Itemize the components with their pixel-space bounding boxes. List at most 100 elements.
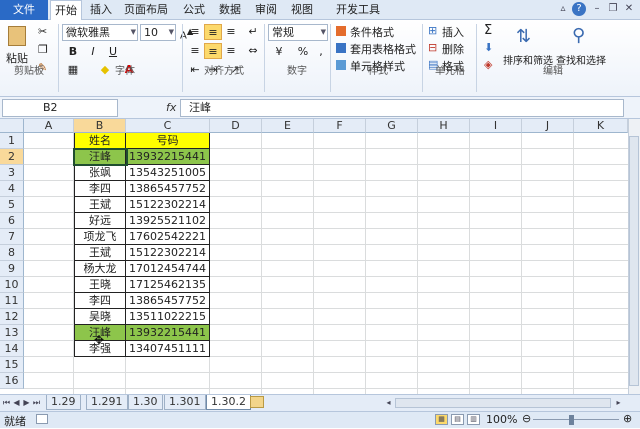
- page-layout-view-icon[interactable]: ▤: [451, 414, 464, 425]
- tab-page-layout[interactable]: 页面布局: [118, 0, 174, 20]
- first-sheet-icon[interactable]: ⏮: [2, 397, 11, 408]
- column-header-j[interactable]: J: [522, 119, 574, 133]
- macro-record-icon[interactable]: [36, 414, 48, 424]
- column-header-e[interactable]: E: [262, 119, 314, 133]
- tab-insert[interactable]: 插入: [86, 0, 116, 20]
- currency-icon[interactable]: ¥: [270, 44, 288, 60]
- zoom-in-icon[interactable]: ⊕: [623, 412, 632, 425]
- tab-formulas[interactable]: 公式: [178, 0, 210, 20]
- row-header-9[interactable]: 9: [0, 261, 24, 277]
- name-cell[interactable]: 李四: [74, 181, 126, 197]
- autosum-button[interactable]: Σ: [484, 23, 492, 38]
- tab-home[interactable]: 开始: [50, 0, 82, 21]
- column-header-f[interactable]: F: [314, 119, 366, 133]
- font-name-combo[interactable]: 微软雅黑 ▼: [62, 24, 138, 41]
- zoom-out-icon[interactable]: ⊖: [522, 412, 531, 425]
- fill-icon[interactable]: ⬇: [484, 41, 493, 54]
- tab-file[interactable]: 文件: [0, 0, 48, 20]
- name-cell[interactable]: 汪峰: [74, 149, 126, 165]
- sheet-tab[interactable]: 1.291: [86, 395, 128, 410]
- tab-view[interactable]: 视图: [286, 0, 318, 20]
- name-cell[interactable]: 李四: [74, 293, 126, 309]
- paste-icon[interactable]: [8, 26, 26, 46]
- align-left-icon[interactable]: ≡: [186, 43, 204, 59]
- comma-icon[interactable]: ,: [312, 44, 330, 60]
- column-header-c[interactable]: C: [126, 119, 210, 133]
- percent-icon[interactable]: %: [294, 44, 312, 60]
- name-cell[interactable]: 王斌: [74, 245, 126, 261]
- row-header-16[interactable]: 16: [0, 373, 24, 389]
- sheet-tab[interactable]: 1.29: [46, 395, 81, 410]
- row-header-6[interactable]: 6: [0, 213, 24, 229]
- number-cell[interactable]: 17602542221: [126, 229, 210, 245]
- prev-sheet-icon[interactable]: ◀: [12, 397, 21, 408]
- restore-icon[interactable]: ❐: [606, 2, 620, 16]
- sheet-tab[interactable]: 1.301: [164, 395, 206, 410]
- number-cell[interactable]: 13925521102: [126, 213, 210, 229]
- page-break-view-icon[interactable]: ▥: [467, 414, 480, 425]
- zoom-slider-knob[interactable]: [569, 415, 574, 425]
- row-header-5[interactable]: 5: [0, 197, 24, 213]
- cut-icon[interactable]: ✂: [38, 25, 47, 38]
- row-header-2[interactable]: 2: [0, 149, 24, 165]
- row-header-11[interactable]: 11: [0, 293, 24, 309]
- copy-icon[interactable]: ❐: [38, 43, 48, 56]
- table-format-button[interactable]: 套用表格格式: [350, 41, 416, 57]
- number-format-combo[interactable]: 常规 ▼: [268, 24, 328, 41]
- header-cell-name[interactable]: 姓名: [74, 133, 126, 149]
- last-sheet-icon[interactable]: ⏭: [32, 397, 41, 408]
- row-header-8[interactable]: 8: [0, 245, 24, 261]
- align-middle-icon[interactable]: ≡: [204, 24, 222, 40]
- help-icon[interactable]: ?: [572, 2, 586, 16]
- next-sheet-icon[interactable]: ▶: [22, 397, 31, 408]
- column-header-k[interactable]: K: [574, 119, 628, 133]
- number-cell[interactable]: 17125462135: [126, 277, 210, 293]
- number-cell[interactable]: 13932215441: [126, 325, 210, 341]
- name-cell[interactable]: 王斌: [74, 197, 126, 213]
- underline-button[interactable]: U: [104, 44, 122, 60]
- scroll-right-icon[interactable]: ▸: [614, 397, 623, 408]
- number-cell[interactable]: 13511022215: [126, 309, 210, 325]
- row-header-13[interactable]: 13: [0, 325, 24, 341]
- tab-review[interactable]: 审阅: [250, 0, 282, 20]
- font-size-combo[interactable]: 10 ▼: [140, 24, 176, 41]
- formula-input[interactable]: 汪峰: [180, 99, 624, 117]
- conditional-format-button[interactable]: 条件格式: [350, 24, 394, 40]
- number-cell[interactable]: 17012454744: [126, 261, 210, 277]
- tab-data[interactable]: 数据: [214, 0, 246, 20]
- zoom-level[interactable]: 100%: [486, 413, 517, 426]
- horizontal-scroll-thumb[interactable]: [395, 398, 611, 408]
- row-header-14[interactable]: 14: [0, 341, 24, 357]
- zoom-slider[interactable]: [533, 419, 619, 420]
- align-right-icon[interactable]: ≡: [222, 43, 240, 59]
- header-cell-number[interactable]: 号码: [126, 133, 210, 149]
- vertical-scroll-thumb[interactable]: [629, 136, 639, 386]
- tab-developer[interactable]: 开发工具: [330, 0, 386, 20]
- merge-center-icon[interactable]: ⇔: [244, 43, 262, 59]
- bold-button[interactable]: B: [64, 44, 82, 60]
- number-cell[interactable]: 13932215441: [126, 149, 210, 165]
- scroll-left-icon[interactable]: ◂: [384, 397, 393, 408]
- name-cell[interactable]: 杨大龙: [74, 261, 126, 277]
- number-cell[interactable]: 13865457752: [126, 293, 210, 309]
- row-header-12[interactable]: 12: [0, 309, 24, 325]
- sheet-tab[interactable]: 1.30.2: [206, 395, 251, 410]
- minimize-icon[interactable]: –: [590, 2, 604, 16]
- normal-view-icon[interactable]: ▦: [435, 414, 448, 425]
- row-header-10[interactable]: 10: [0, 277, 24, 293]
- number-cell[interactable]: 15122302214: [126, 197, 210, 213]
- sheet-tab[interactable]: 1.30: [128, 395, 163, 410]
- number-cell[interactable]: 15122302214: [126, 245, 210, 261]
- column-header-h[interactable]: H: [418, 119, 470, 133]
- new-sheet-icon[interactable]: [250, 396, 264, 408]
- column-header-i[interactable]: I: [470, 119, 522, 133]
- name-cell[interactable]: 王晓: [74, 277, 126, 293]
- row-header-1[interactable]: 1: [0, 133, 24, 149]
- number-cell[interactable]: 13865457752: [126, 181, 210, 197]
- row-header-3[interactable]: 3: [0, 165, 24, 181]
- name-cell[interactable]: 好远: [74, 213, 126, 229]
- name-cell[interactable]: 项龙飞: [74, 229, 126, 245]
- name-box[interactable]: B2: [2, 99, 118, 117]
- delete-cells-button[interactable]: 删除: [442, 41, 464, 57]
- column-header-b[interactable]: B: [74, 119, 126, 133]
